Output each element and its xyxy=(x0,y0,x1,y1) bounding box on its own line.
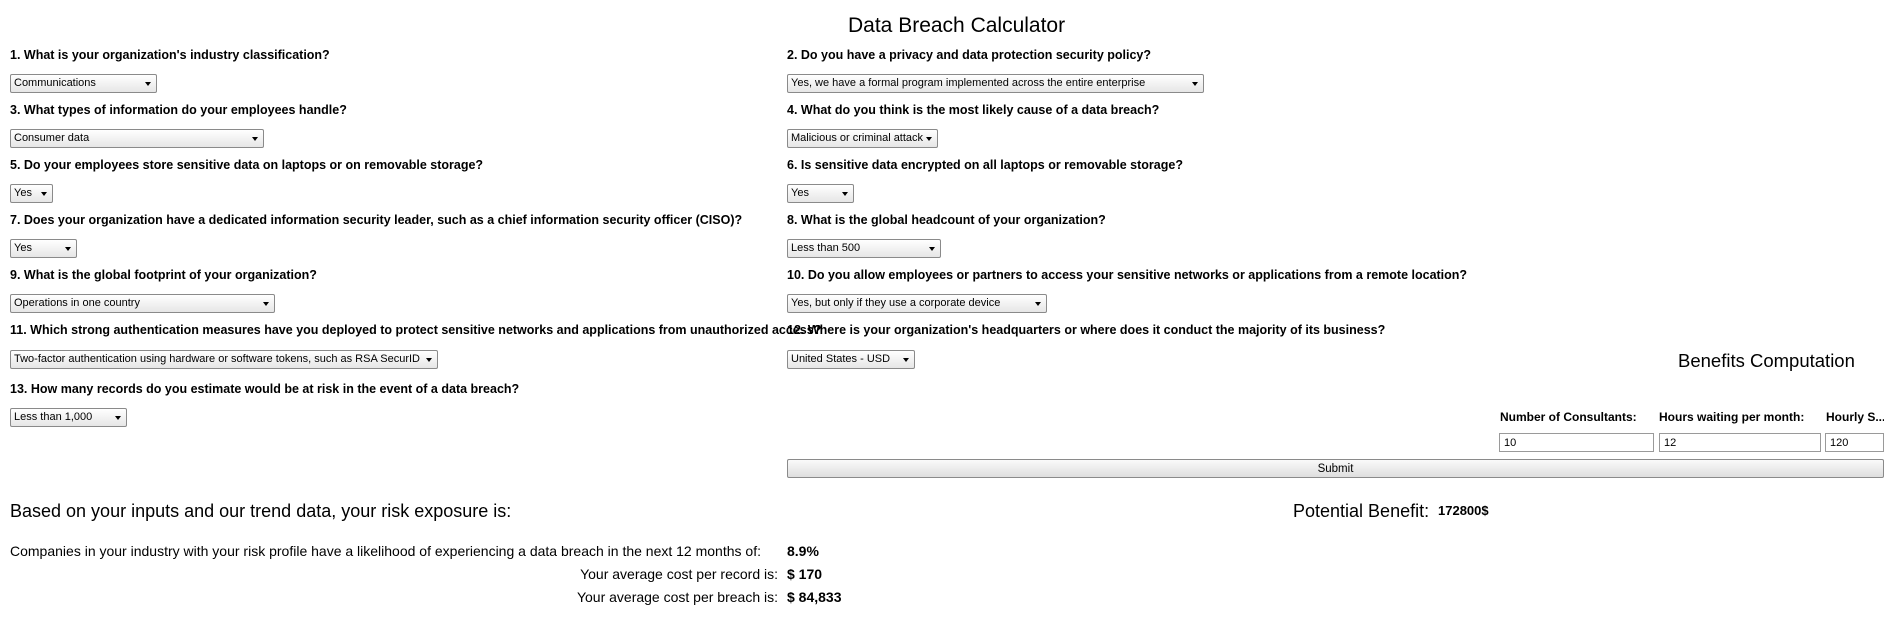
removable-storage-select[interactable]: Yes xyxy=(10,184,53,203)
likelihood-label: Companies in your industry with your ris… xyxy=(10,543,761,559)
cost-per-record-value: $ 170 xyxy=(787,566,823,582)
likelihood-value: 8.9% xyxy=(787,543,819,559)
remote-access-select[interactable]: Yes, but only if they use a corporate de… xyxy=(787,294,1047,313)
chevron-down-icon xyxy=(903,358,909,362)
question-13-label: 13. How many records do you estimate wou… xyxy=(10,382,520,396)
question-12-label: 12. Where is your organization's headqua… xyxy=(787,323,1386,337)
question-6-label: 6. Is sensitive data encrypted on all la… xyxy=(787,158,1183,172)
information-type-select[interactable]: Consumer data xyxy=(10,129,264,148)
data-breach-calculator-page: { "page": { "title": "Data Breach Calcul… xyxy=(0,0,1884,633)
headquarters-select[interactable]: United States - USD xyxy=(787,350,915,369)
headcount-select[interactable]: Less than 500 xyxy=(787,239,941,258)
chevron-down-icon xyxy=(115,416,121,420)
potential-benefit-label: Potential Benefit: xyxy=(1293,501,1430,521)
hours-waiting-input[interactable] xyxy=(1659,433,1821,452)
global-footprint-select-value: Operations in one country xyxy=(14,297,140,309)
cost-per-breach-value: $ 84,833 xyxy=(787,589,842,605)
information-type-select-value: Consumer data xyxy=(14,132,90,144)
cost-per-record-label: Your average cost per record is: xyxy=(580,566,778,582)
hourly-salary-label: Hourly S... xyxy=(1826,410,1884,424)
records-at-risk-select[interactable]: Less than 1,000 xyxy=(10,408,127,427)
authentication-select[interactable]: Two-factor authentication using hardware… xyxy=(10,350,438,369)
chevron-down-icon xyxy=(1035,302,1041,306)
question-8-label: 8. What is the global headcount of your … xyxy=(787,213,1106,227)
chevron-down-icon xyxy=(926,137,932,141)
encryption-select[interactable]: Yes xyxy=(787,184,854,203)
global-footprint-select[interactable]: Operations in one country xyxy=(10,294,275,313)
chevron-down-icon xyxy=(65,247,71,251)
chevron-down-icon xyxy=(41,192,47,196)
potential-benefit-value: 172800$ xyxy=(1438,503,1489,518)
records-at-risk-select-value: Less than 1,000 xyxy=(14,411,93,423)
question-5-label: 5. Do your employees store sensitive dat… xyxy=(10,158,484,172)
question-1-label: 1. What is your organization's industry … xyxy=(10,48,330,62)
removable-storage-select-value: Yes xyxy=(14,187,32,199)
page-title: Data Breach Calculator xyxy=(848,14,1066,37)
hourly-salary-input[interactable] xyxy=(1825,433,1884,452)
authentication-select-value: Two-factor authentication using hardware… xyxy=(14,353,420,365)
consultants-label: Number of Consultants: xyxy=(1500,410,1637,424)
question-9-label: 9. What is the global footprint of your … xyxy=(10,268,317,282)
ciso-select[interactable]: Yes xyxy=(10,239,77,258)
chevron-down-icon xyxy=(145,82,151,86)
privacy-policy-select-value: Yes, we have a formal program implemente… xyxy=(791,77,1146,89)
question-7-label: 7. Does your organization have a dedicat… xyxy=(10,213,743,227)
question-4-label: 4. What do you think is the most likely … xyxy=(787,103,1160,117)
chevron-down-icon xyxy=(1192,82,1198,86)
ciso-select-value: Yes xyxy=(14,242,32,254)
headcount-select-value: Less than 500 xyxy=(791,242,861,254)
breach-cause-select-value: Malicious or criminal attack xyxy=(791,132,924,144)
chevron-down-icon xyxy=(426,358,432,362)
breach-cause-select[interactable]: Malicious or criminal attack xyxy=(787,129,938,148)
question-10-label: 10. Do you allow employees or partners t… xyxy=(787,268,1468,282)
cost-per-breach-label: Your average cost per breach is: xyxy=(576,589,778,605)
headquarters-select-value: United States - USD xyxy=(791,353,891,365)
benefits-title: Benefits Computation xyxy=(1678,350,1855,371)
submit-button[interactable]: Submit xyxy=(787,459,1884,478)
remote-access-select-value: Yes, but only if they use a corporate de… xyxy=(791,297,1001,309)
chevron-down-icon xyxy=(842,192,848,196)
question-3-label: 3. What types of information do your emp… xyxy=(10,103,347,117)
question-2-label: 2. Do you have a privacy and data protec… xyxy=(787,48,1151,62)
privacy-policy-select[interactable]: Yes, we have a formal program implemente… xyxy=(787,74,1204,93)
chevron-down-icon xyxy=(263,302,269,306)
consultants-input[interactable] xyxy=(1499,433,1654,452)
chevron-down-icon xyxy=(929,247,935,251)
chevron-down-icon xyxy=(252,137,258,141)
hours-waiting-label: Hours waiting per month: xyxy=(1659,410,1805,424)
industry-select[interactable]: Communications xyxy=(10,74,157,93)
encryption-select-value: Yes xyxy=(791,187,809,199)
industry-select-value: Communications xyxy=(14,77,96,89)
risk-exposure-heading: Based on your inputs and our trend data,… xyxy=(10,501,512,521)
question-11-label: 11. Which strong authentication measures… xyxy=(10,323,822,337)
